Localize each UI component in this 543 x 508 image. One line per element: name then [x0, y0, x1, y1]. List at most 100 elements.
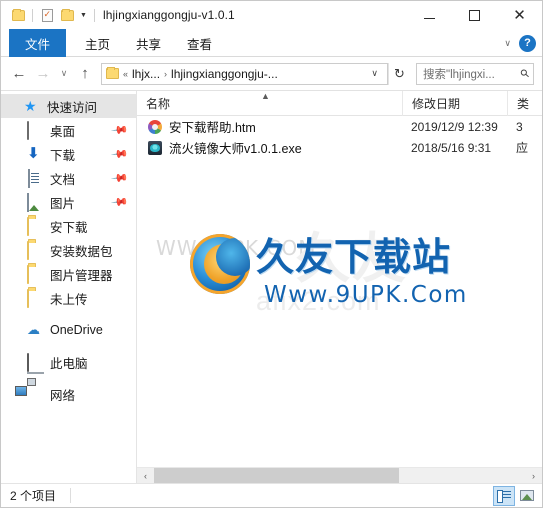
- column-header-row: 名称 ▲ 修改日期 类: [137, 90, 542, 116]
- folder-icon: [27, 265, 43, 284]
- document-check-icon: [41, 8, 53, 22]
- scrollbar-track[interactable]: [154, 467, 525, 484]
- watermark-ghost-url: WW.9UPK.COM: [156, 236, 317, 260]
- tab-home[interactable]: 主页: [72, 29, 123, 57]
- view-toggle-group: [493, 485, 538, 506]
- chevron-down-icon[interactable]: ▼: [77, 5, 90, 25]
- minimize-icon: [424, 18, 435, 19]
- window-title: lhjingxianggongju-v1.0.1: [103, 8, 235, 22]
- sidebar-item-downloads[interactable]: ⬇ 下载 📌: [1, 142, 136, 166]
- minimize-button[interactable]: [407, 1, 452, 29]
- tab-file[interactable]: 文件: [9, 29, 67, 57]
- refresh-icon[interactable]: ↻: [388, 62, 410, 85]
- table-row[interactable]: 安下载帮助.htm 2019/12/9 12:39 3: [137, 116, 542, 137]
- tab-share[interactable]: 共享: [123, 29, 174, 57]
- table-row[interactable]: 流火镜像大师v1.0.1.exe 2018/5/16 9:31 应: [137, 137, 542, 158]
- folder-icon: [27, 241, 43, 260]
- chevron-down-icon[interactable]: ∨: [364, 68, 385, 79]
- file-list-pane: 名称 ▲ 修改日期 类 安下载帮助.htm 2019/12/9 12:39 3: [137, 90, 542, 484]
- chevron-right-icon[interactable]: ›: [160, 69, 171, 79]
- file-name-label: 流火镜像大师v1.0.1.exe: [169, 142, 302, 156]
- maximize-button[interactable]: [452, 1, 497, 29]
- navigation-pane: ★ 快速访问 桌面 📌 ⬇ 下载 📌 文档 📌 图片 📌 安下载 安装数据包 图…: [1, 91, 137, 483]
- help-icon[interactable]: ?: [519, 34, 536, 52]
- sidebar-item-label: 未上传: [50, 292, 88, 307]
- sidebar-item-andownload[interactable]: 安下载: [1, 214, 136, 238]
- column-header-type[interactable]: 类: [507, 90, 542, 116]
- sidebar-item-network[interactable]: 网络: [1, 382, 136, 406]
- scroll-left-button[interactable]: ‹: [137, 468, 154, 484]
- sidebar-item-label: OneDrive: [50, 323, 103, 337]
- sidebar-item-quick-access[interactable]: ★ 快速访问: [1, 94, 136, 118]
- sidebar-item-pictures[interactable]: 图片 📌: [1, 190, 136, 214]
- pin-icon[interactable]: 📌: [111, 193, 130, 211]
- qat-new-folder-button[interactable]: [57, 5, 77, 25]
- sidebar-item-label: 快速访问: [47, 100, 98, 115]
- pin-icon[interactable]: 📌: [111, 145, 130, 163]
- ribbon-tab-bar: 文件 主页 共享 查看 ∨ ?: [1, 29, 542, 57]
- close-icon: ✕: [513, 6, 526, 24]
- recent-locations-icon[interactable]: ∨: [55, 62, 73, 86]
- pin-icon[interactable]: 📌: [111, 121, 130, 139]
- folder-icon: [60, 8, 74, 21]
- watermark-ghost-small: afix2.com: [256, 286, 381, 316]
- sidebar-item-not-uploaded[interactable]: 未上传: [1, 286, 136, 310]
- sidebar-item-this-pc[interactable]: 此电脑: [1, 350, 136, 374]
- file-name-label: 安下载帮助.htm: [169, 121, 256, 135]
- large-icons-view-button[interactable]: [516, 486, 538, 506]
- tab-view[interactable]: 查看: [174, 29, 225, 57]
- folder-icon: [11, 8, 25, 21]
- file-name-cell[interactable]: 安下载帮助.htm: [137, 117, 402, 136]
- desktop-icon: [27, 121, 43, 140]
- overflow-icon[interactable]: «: [119, 69, 132, 79]
- executable-file-icon: [148, 140, 162, 155]
- watermark: WW.9UPK.COM 久友 afix2.com 久友下载站 Www.9UPK.…: [156, 214, 506, 319]
- back-button[interactable]: ←: [7, 62, 31, 86]
- sidebar-item-label: 网络: [50, 388, 76, 403]
- qat-properties-button[interactable]: [37, 5, 57, 25]
- sidebar-item-picture-manager[interactable]: 图片管理器: [1, 262, 136, 286]
- sidebar-item-desktop[interactable]: 桌面 📌: [1, 118, 136, 142]
- forward-button[interactable]: →: [31, 62, 55, 86]
- file-modified-cell: 2018/5/16 9:31: [411, 140, 492, 155]
- pin-icon[interactable]: 📌: [111, 169, 130, 187]
- this-pc-icon: [27, 353, 43, 372]
- item-count-label: 2 个项目: [10, 489, 57, 503]
- sidebar-item-label: 下载: [50, 148, 76, 163]
- qat-divider: [32, 8, 33, 22]
- breadcrumb[interactable]: « lhjx... › lhjingxianggongju-... ∨: [101, 62, 388, 85]
- sidebar-item-label: 桌面: [50, 124, 76, 139]
- search-input[interactable]: 搜索"lhjingxi... ⚲: [416, 62, 534, 85]
- file-name-cell[interactable]: 流火镜像大师v1.0.1.exe: [137, 138, 402, 157]
- maximize-icon: [469, 9, 480, 21]
- sidebar-item-label: 图片管理器: [50, 268, 113, 283]
- sidebar-item-install-data[interactable]: 安装数据包: [1, 238, 136, 262]
- column-header-modified[interactable]: 修改日期: [402, 90, 507, 116]
- chevron-down-icon[interactable]: ∨: [504, 38, 511, 49]
- documents-icon: [27, 169, 43, 188]
- details-view-button[interactable]: [493, 485, 515, 506]
- watermark-site-url: Www.9UPK.Com: [264, 282, 468, 308]
- status-divider: [70, 488, 72, 503]
- column-header-name[interactable]: 名称 ▲: [137, 91, 402, 116]
- up-button[interactable]: ↑: [73, 62, 97, 86]
- sort-ascending-icon: ▲: [261, 90, 270, 101]
- file-type-cell: 应: [516, 141, 529, 155]
- sidebar-item-label: 安装数据包: [50, 244, 113, 259]
- scrollbar-thumb[interactable]: [154, 467, 399, 484]
- downloads-icon: ⬇: [27, 145, 40, 162]
- horizontal-scrollbar[interactable]: ‹ ›: [137, 467, 542, 484]
- address-bar: ← → ∨ ↑ « lhjx... › lhjingxianggongju-..…: [1, 57, 542, 90]
- file-rows: 安下载帮助.htm 2019/12/9 12:39 3 流火镜像大师v1.0.1…: [137, 116, 542, 467]
- scroll-right-button[interactable]: ›: [525, 468, 542, 484]
- sidebar-item-documents[interactable]: 文档 📌: [1, 166, 136, 190]
- file-explorer-window: ▼ lhjingxianggongju-v1.0.1 ✕ 文件 主页 共享 查看…: [0, 0, 543, 508]
- html-file-icon: [148, 119, 162, 134]
- breadcrumb-item-0[interactable]: lhjx...: [132, 67, 160, 81]
- sidebar-item-onedrive[interactable]: ☁ OneDrive: [1, 318, 136, 342]
- network-icon: [27, 386, 43, 402]
- breadcrumb-item-1[interactable]: lhjingxianggongju-...: [171, 67, 278, 81]
- file-modified-cell: 2019/12/9 12:39: [411, 119, 498, 134]
- close-button[interactable]: ✕: [497, 1, 542, 29]
- qat-folder-button[interactable]: [8, 5, 28, 25]
